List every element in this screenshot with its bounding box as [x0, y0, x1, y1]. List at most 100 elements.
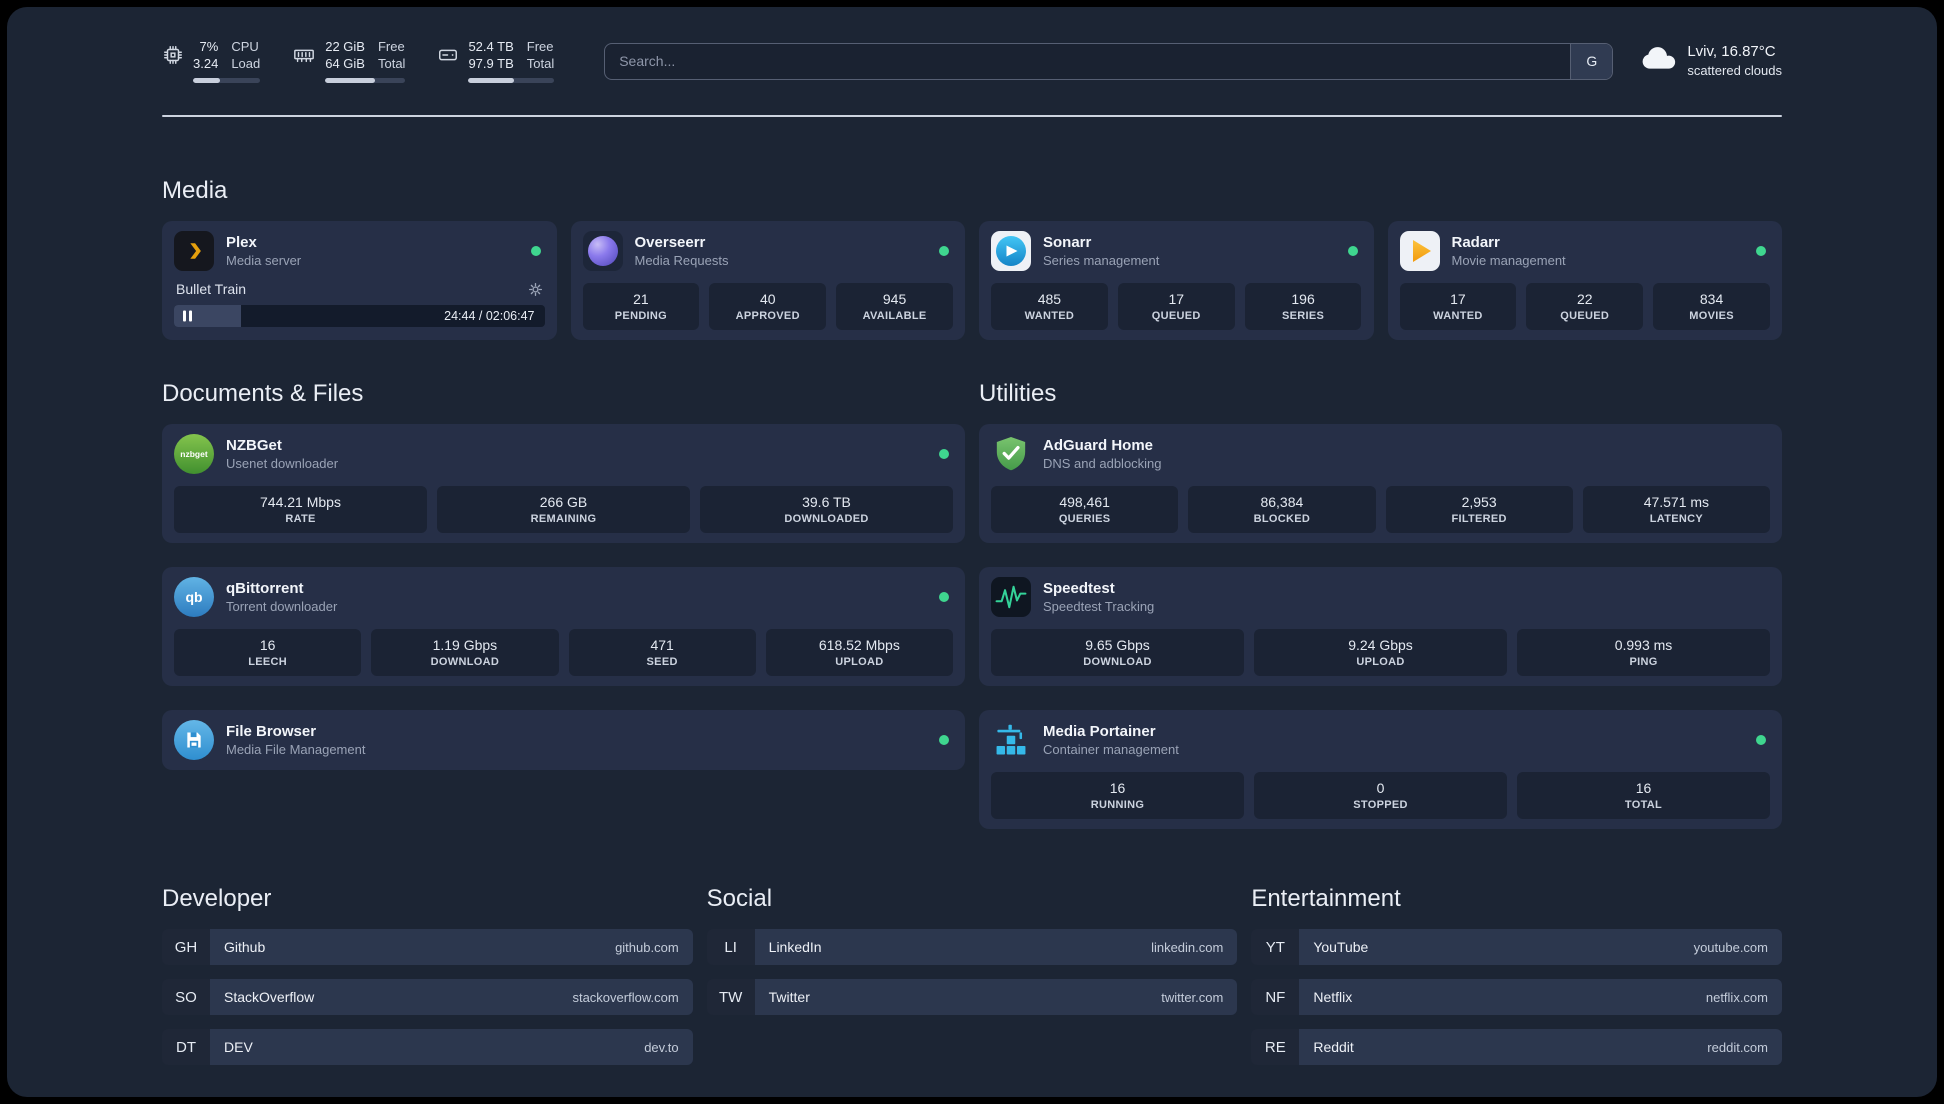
app-desc: Torrent downloader: [226, 599, 338, 614]
stat-remaining: 266 GB REMAINING: [437, 486, 690, 533]
stat-downloaded: 39.6 TB DOWNLOADED: [700, 486, 953, 533]
header-divider: [162, 115, 1782, 117]
nzbget-card[interactable]: nzbget NZBGet Usenet downloader 744.21 M…: [162, 424, 965, 543]
overseerr-card[interactable]: Overseerr Media Requests 21 PENDING 40 A…: [570, 221, 965, 340]
cpu-progress-fill: [193, 77, 220, 83]
app-name: Radarr: [1451, 234, 1500, 251]
cpu-widget-body: 7% 3.24 CPU Load: [193, 39, 261, 83]
bookmarks-developer: Developer GH Github github.com SO StackO…: [162, 885, 693, 1065]
bookmark-youtube[interactable]: YT YouTube youtube.com: [1251, 929, 1782, 965]
disk-widget: 52.4 TB 97.9 TB Free Total: [437, 39, 555, 83]
app-name: AdGuard Home: [1043, 437, 1154, 454]
settings-gear-icon[interactable]: [528, 282, 543, 297]
documents-column: Documents & Files nzbget NZBGet Usenet d…: [162, 380, 965, 829]
pause-icon[interactable]: [183, 310, 192, 322]
memory-free-label: Free: [377, 39, 405, 55]
app-desc: Media File Management: [226, 742, 366, 757]
bookmark-github[interactable]: GH Github github.com: [162, 929, 693, 965]
section-title-developer: Developer: [162, 885, 272, 912]
weather-condition: scattered clouds: [1687, 63, 1782, 79]
playback-time: 24:44 / 02:06:47: [444, 309, 535, 323]
status-dot: [1347, 246, 1358, 256]
adguard-icon: [991, 434, 1031, 474]
memory-total-value: 64 GiB: [325, 56, 365, 71]
qbittorrent-card[interactable]: qb qBittorrent Torrent downloader 16 LEE…: [162, 567, 965, 686]
memory-total-label: Total: [377, 56, 406, 71]
memory-widget-body: 22 GiB 64 GiB Free Total: [325, 39, 406, 83]
stat-pending: 21 PENDING: [582, 283, 700, 330]
memory-free-value: 22 GiB: [325, 39, 365, 55]
disk-progress-fill: [468, 77, 514, 83]
disk-free-value: 52.4 TB: [468, 39, 514, 55]
bookmark-stackoverflow[interactable]: SO StackOverflow stackoverflow.com: [162, 979, 693, 1015]
cloud-icon: [1639, 45, 1677, 76]
cpu-label: CPU: [231, 39, 259, 55]
cpu-progress-bar: [193, 77, 261, 83]
app-name: Media Portainer: [1043, 723, 1156, 740]
status-dot: [939, 592, 949, 602]
radarr-icon: [1399, 231, 1440, 271]
stat-stopped: 0 STOPPED: [1254, 772, 1507, 819]
bookmarks-entertainment: Entertainment YT YouTube youtube.com NF …: [1251, 885, 1782, 1065]
portainer-card[interactable]: Media Portainer Container management 16 …: [979, 710, 1782, 829]
stat-filtered: 2,953 FILTERED: [1385, 486, 1573, 533]
playback-progress-bar[interactable]: 24:44 / 02:06:47: [174, 305, 545, 327]
cpu-load-average: 3.24: [193, 56, 219, 71]
app-name: File Browser: [226, 723, 317, 740]
sonarr-card[interactable]: Sonarr Series management 485 WANTED 17 Q…: [979, 221, 1374, 340]
stat-leech: 16 LEECH: [174, 629, 362, 676]
bookmarks-grid: Developer GH Github github.com SO StackO…: [162, 885, 1782, 1065]
plex-card[interactable]: Plex Media server Bullet Train 24:44 / 0…: [162, 221, 557, 340]
disk-free-label: Free: [526, 39, 554, 55]
desktop-background: 7% 3.24 CPU Load 22 GiB 64 GiB Free Tota…: [0, 0, 1944, 1104]
bookmark-dev[interactable]: DT DEV dev.to: [162, 1029, 693, 1065]
disk-total-label: Total: [526, 56, 555, 71]
section-title-social: Social: [706, 885, 773, 912]
stat-upload: 9.24 Gbps UPLOAD: [1254, 629, 1507, 676]
stat-wanted: 17 WANTED: [1399, 283, 1517, 330]
disk-progress-bar: [468, 77, 555, 83]
disk-icon: [437, 44, 459, 71]
bookmark-netflix[interactable]: NF Netflix netflix.com: [1251, 979, 1782, 1015]
stat-download: 1.19 Gbps DOWNLOAD: [371, 629, 559, 676]
speedtest-card[interactable]: Speedtest Speedtest Tracking 9.65 Gbps D…: [979, 567, 1782, 686]
app-desc: Series management: [1043, 253, 1160, 268]
portainer-icon: [991, 720, 1031, 760]
overseerr-icon: [582, 231, 623, 271]
status-dot: [939, 246, 949, 256]
weather-widget[interactable]: Lviv, 16.87°C scattered clouds: [1639, 42, 1782, 80]
search-provider-button[interactable]: G: [1570, 43, 1613, 79]
memory-progress-bar: [325, 77, 406, 83]
app-desc: Container management: [1043, 742, 1179, 757]
bookmark-reddit[interactable]: RE Reddit reddit.com: [1251, 1029, 1782, 1065]
app-name: Overseerr: [634, 234, 706, 251]
adguard-card[interactable]: AdGuard Home DNS and adblocking 498,461 …: [979, 424, 1782, 543]
section-title-media: Media: [162, 177, 228, 204]
dashboard: 7% 3.24 CPU Load 22 GiB 64 GiB Free Tota…: [7, 7, 1937, 1097]
app-desc: Media server: [226, 253, 302, 268]
status-dot: [939, 449, 949, 459]
cpu-icon: [162, 44, 184, 71]
filebrowser-card[interactable]: File Browser Media File Management: [162, 710, 965, 770]
nzbget-icon: nzbget: [174, 434, 214, 474]
stat-blocked: 86,384 BLOCKED: [1188, 486, 1376, 533]
search-input[interactable]: [605, 43, 1571, 79]
utilities-column: Utilities AdGuard Home DNS and adblockin…: [979, 380, 1782, 829]
sonarr-icon: [991, 231, 1031, 271]
stat-upload: 618.52 Mbps UPLOAD: [765, 629, 953, 676]
app-desc: Usenet downloader: [226, 456, 339, 471]
app-name: Sonarr: [1043, 234, 1092, 251]
bookmark-linkedin[interactable]: LI LinkedIn linkedin.com: [706, 929, 1238, 965]
memory-widget: 22 GiB 64 GiB Free Total: [292, 39, 406, 83]
status-dot: [1756, 246, 1766, 256]
app-name: Plex: [226, 234, 257, 251]
stat-download: 9.65 Gbps DOWNLOAD: [991, 629, 1244, 676]
stat-seed: 471 SEED: [568, 629, 756, 676]
stat-wanted: 485 WANTED: [991, 283, 1108, 330]
app-name: qBittorrent: [226, 580, 304, 597]
app-desc: DNS and adblocking: [1043, 456, 1162, 471]
app-desc: Media Requests: [634, 253, 729, 268]
radarr-card[interactable]: Radarr Movie management 17 WANTED 22 QUE…: [1387, 221, 1782, 340]
stat-queries: 498,461 QUERIES: [991, 486, 1179, 533]
bookmark-twitter[interactable]: TW Twitter twitter.com: [706, 979, 1238, 1015]
